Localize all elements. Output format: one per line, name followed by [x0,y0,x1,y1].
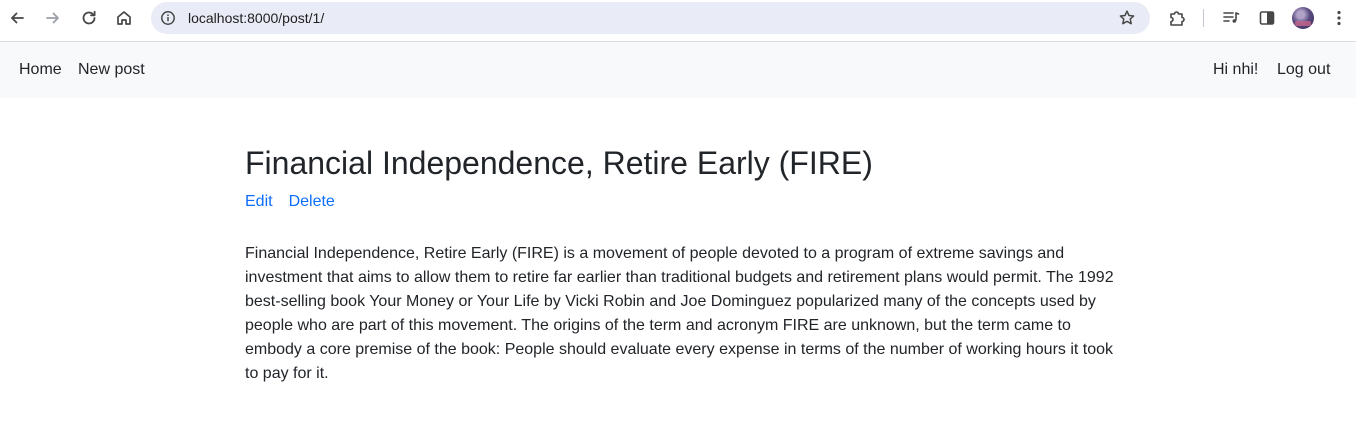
site-info-icon[interactable] [159,9,177,27]
forward-icon[interactable] [41,6,65,30]
back-icon[interactable] [5,6,29,30]
post-title: Financial Independence, Retire Early (FI… [245,145,873,181]
bookmark-star-icon[interactable] [1115,6,1139,30]
nav-home-link[interactable]: Home [19,61,62,79]
address-bar[interactable]: localhost:8000/post/1/ [151,2,1150,34]
delete-link[interactable]: Delete [289,192,335,212]
post-detail: Financial Independence, Retire Early (FI… [245,140,1120,386]
browser-toolbar: localhost:8000/post/1/ [0,0,1356,36]
extensions-icon[interactable] [1165,6,1189,30]
media-controls-icon[interactable] [1219,6,1243,30]
post-actions: Edit Delete [245,192,1120,214]
toolbar-separator [1203,9,1204,27]
side-panel-icon[interactable] [1255,6,1279,30]
reload-icon[interactable] [77,6,101,30]
home-icon[interactable] [112,6,136,30]
user-greeting: Hi nhi! [1213,61,1259,78]
post-body: Financial Independence, Retire Early (FI… [245,245,1114,382]
logout-link[interactable]: Log out [1277,61,1330,79]
site-navbar: Home New post Hi nhi! Log out [0,42,1356,98]
menu-kebab-icon[interactable] [1327,6,1351,30]
url-text[interactable]: localhost:8000/post/1/ [188,10,324,26]
profile-avatar[interactable] [1292,7,1314,29]
edit-link[interactable]: Edit [245,192,273,212]
nav-new-post-link[interactable]: New post [78,61,145,79]
